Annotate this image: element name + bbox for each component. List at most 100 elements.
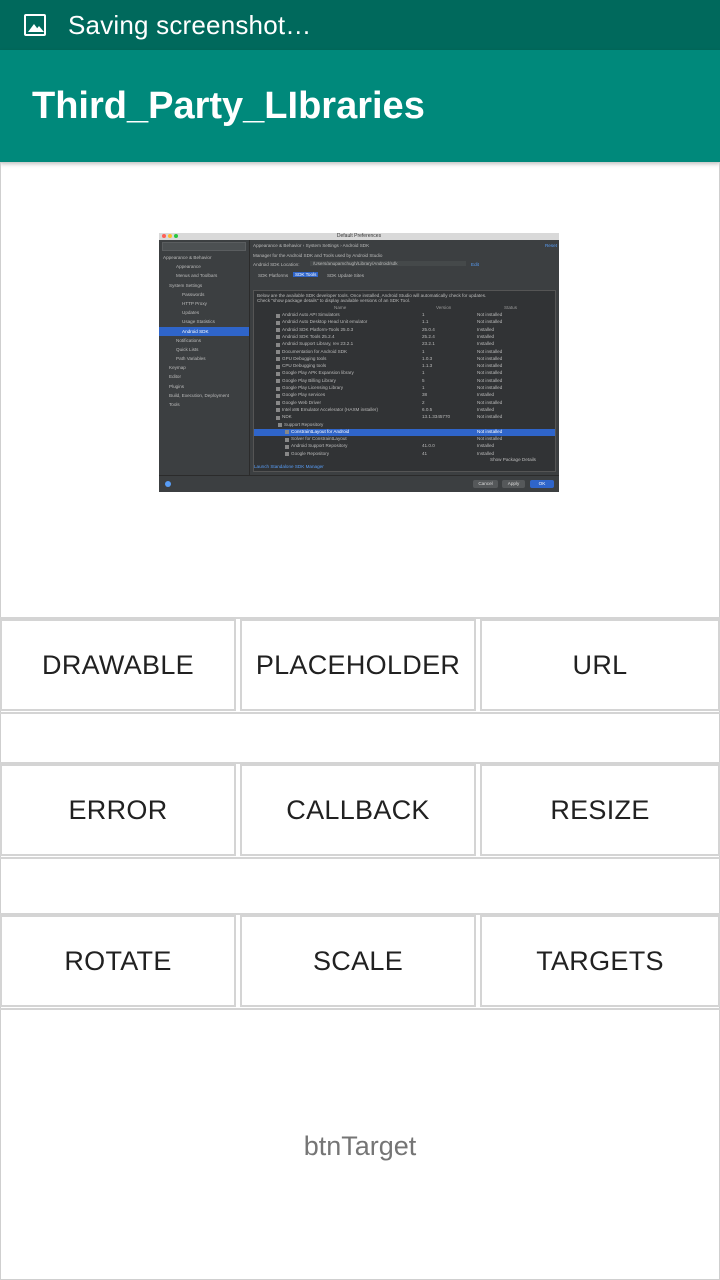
preview-row-name: Google Play APK Expansion library bbox=[282, 370, 354, 376]
preview-row-version: 5 bbox=[422, 377, 425, 383]
checkbox-icon bbox=[276, 335, 280, 340]
preview-tab-sdk-tools: SDK Tools bbox=[293, 272, 319, 277]
preview-row-status: Not installed bbox=[477, 348, 503, 354]
preview-row-status: Not installed bbox=[477, 370, 503, 376]
image-icon bbox=[24, 14, 46, 36]
error-button[interactable]: ERROR bbox=[0, 764, 236, 856]
preview-sidebar-item: Tools bbox=[169, 402, 180, 407]
preview-table-row: Solver for ConstraintLayout Not installed bbox=[254, 436, 555, 443]
scale-button[interactable]: SCALE bbox=[240, 915, 476, 1007]
preview-sidebar-item: System Settings bbox=[169, 282, 203, 288]
preview-table-row: Android Support Library, rev 23.2.1 23.2.… bbox=[254, 341, 555, 348]
preview-row-status: Not installed bbox=[477, 312, 503, 317]
checkbox-icon bbox=[276, 415, 280, 420]
btn-target-label: btnTarget bbox=[303, 1130, 417, 1161]
preview-titlebar: Default Preferences bbox=[159, 233, 559, 240]
checkbox-icon bbox=[276, 408, 280, 413]
checkbox-icon bbox=[285, 452, 289, 457]
preview-row-name: ConstraintLayout for Android bbox=[291, 428, 350, 434]
checkbox-icon bbox=[276, 357, 280, 362]
preview-row-status: Not installed bbox=[477, 399, 503, 405]
resize-button-label: RESIZE bbox=[550, 794, 650, 825]
preview-row-version: 1 bbox=[422, 348, 425, 354]
url-button-label: URL bbox=[572, 649, 628, 680]
checkbox-icon bbox=[276, 379, 280, 384]
preview-sidebar: Appearance & Behavior Appearance Menus a… bbox=[159, 240, 250, 475]
checkbox-icon bbox=[276, 350, 280, 355]
preview-manager-text: Manager for the Android SDK and Tools us… bbox=[253, 253, 383, 258]
checkbox-icon bbox=[285, 430, 289, 435]
preview-table-row: NDK 13.1.3345770 Not installed bbox=[254, 414, 555, 421]
preview-table-row: GPU Debugging tools 1.0.3 Not installed bbox=[254, 356, 555, 363]
drawable-button-label: DRAWABLE bbox=[42, 649, 194, 680]
preview-table-row: Documentation for Android SDK 1 Not instal… bbox=[254, 349, 555, 356]
preview-row-status: Not installed bbox=[477, 414, 503, 420]
preview-row-name: Android SDK Platform-Tools 25.0.3 bbox=[282, 326, 354, 332]
preview-image: Default Preferences Appearance & Behavio… bbox=[159, 233, 559, 492]
divider bbox=[0, 712, 720, 714]
preview-cancel-button: Cancel bbox=[473, 480, 498, 488]
preview-row-status: Not installed bbox=[477, 355, 503, 361]
btn-target[interactable]: btnTarget bbox=[0, 1012, 720, 1280]
help-icon bbox=[165, 481, 171, 487]
preview-row-name: GPU Debugging tools bbox=[282, 355, 327, 361]
preview-row-status: Not installed bbox=[477, 428, 503, 434]
resize-button[interactable]: RESIZE bbox=[480, 764, 720, 856]
preview-row-name: Intel x86 Emulator Accelerator (HAXM ins… bbox=[282, 406, 378, 412]
preview-row-version: 1.0.3 bbox=[422, 355, 433, 361]
preview-window-title: Default Preferences bbox=[336, 233, 382, 239]
preview-row-version: 41.0.0 bbox=[422, 443, 435, 449]
checkbox-icon bbox=[276, 393, 280, 398]
preview-table-row: Google Play APK Expansion library 1 Not in… bbox=[254, 370, 555, 377]
page-title: Third_Party_LIbraries bbox=[32, 84, 425, 127]
preview-row-name: Google Web Driver bbox=[282, 399, 321, 405]
divider bbox=[0, 1008, 720, 1010]
preview-show-package-details: Show Package Details bbox=[490, 457, 536, 462]
preview-row-version: 25.2.4 bbox=[422, 333, 435, 339]
preview-reset: Reset bbox=[544, 243, 557, 248]
preview-row-name: Google Repository bbox=[291, 450, 330, 456]
preview-row-version: 2 bbox=[422, 399, 425, 405]
preview-table-row: CPU Debugging tools 1.1.3 Not installed bbox=[254, 363, 555, 370]
preview-tab-sdk-platforms: SDK Platforms bbox=[258, 273, 289, 278]
preview-sidebar-item: Usage Statistics bbox=[182, 319, 215, 325]
drawable-button[interactable]: DRAWABLE bbox=[0, 619, 236, 711]
callback-button[interactable]: CALLBACK bbox=[240, 764, 476, 856]
preview-search bbox=[162, 242, 246, 251]
status-text: Saving screenshot… bbox=[68, 9, 312, 40]
preview-table-row: Android Support Repository 41.0.0 Installe… bbox=[254, 443, 555, 450]
placeholder-button[interactable]: PLACEHOLDER bbox=[240, 619, 476, 711]
preview-row-status: Installed bbox=[477, 450, 495, 456]
preview-table-row: Support Repository bbox=[254, 422, 555, 429]
preview-sdk-location-value: /Users/anupamchugh/Library/Android/sdk bbox=[310, 261, 466, 266]
preview-sidebar-item: Quick Lists bbox=[176, 346, 199, 352]
preview-row-version: 1 bbox=[422, 385, 425, 390]
targets-button[interactable]: TARGETS bbox=[480, 915, 720, 1007]
checkbox-icon bbox=[276, 313, 280, 318]
preview-apply-button: Apply bbox=[502, 480, 525, 488]
preview-row-status: Not installed bbox=[477, 436, 503, 442]
preview-sidebar-item-selected: Android SDK bbox=[159, 326, 249, 336]
preview-col-name: Name bbox=[334, 305, 347, 310]
preview-table-row: Android Auto API Simulators 1 Not installe… bbox=[254, 312, 555, 319]
rotate-button[interactable]: ROTATE bbox=[0, 915, 236, 1007]
preview-sidebar-item: Notifications bbox=[176, 337, 202, 343]
preview-sidebar-item: Build, Execution, Deployment bbox=[169, 392, 230, 398]
preview-sidebar-item: Appearance bbox=[176, 264, 201, 270]
checkbox-icon bbox=[278, 423, 282, 428]
preview-row-name: Documentation for Android SDK bbox=[282, 348, 348, 354]
preview-table-row: ConstraintLayout for Android Not installe… bbox=[254, 428, 555, 437]
preview-row-name: Google Play Licensing Library bbox=[282, 385, 344, 390]
preview-row-status: Installed bbox=[477, 443, 495, 449]
url-button[interactable]: URL bbox=[480, 619, 720, 711]
preview-sidebar-item: Editor bbox=[169, 374, 182, 380]
checkbox-icon bbox=[276, 342, 280, 347]
checkbox-icon bbox=[276, 386, 280, 391]
preview-row-version: 25.0.4 bbox=[422, 326, 435, 332]
status-bar: Saving screenshot… bbox=[0, 0, 720, 50]
preview-description: Below are the available SDK developer to… bbox=[257, 293, 487, 304]
preview-row-name: Android Auto Desktop Head Unit emulator bbox=[282, 319, 368, 325]
preview-sidebar-item: Plugins bbox=[169, 383, 185, 389]
checkbox-icon bbox=[285, 444, 289, 449]
checkbox-icon bbox=[276, 364, 280, 369]
